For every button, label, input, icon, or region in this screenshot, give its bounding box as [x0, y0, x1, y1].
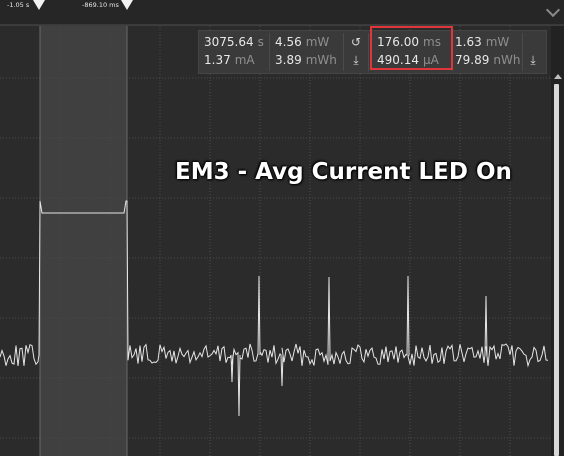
group1-time-unit: s: [257, 35, 264, 49]
panel-divider: [522, 33, 523, 71]
timeline-scroll-right-icon[interactable]: [545, 2, 561, 18]
group2-power: 1.63 mW: [455, 34, 509, 50]
panel-divider: [368, 33, 369, 71]
group2-power-value: 1.63: [455, 35, 482, 49]
panel-divider: [343, 33, 344, 71]
selection-region[interactable]: [40, 26, 127, 456]
group2-energy-unit: nWh: [493, 53, 521, 67]
group1-time-value: 3075.64: [204, 35, 254, 49]
panel-divider: [269, 33, 270, 71]
group1-power: 4.56 mW: [275, 34, 329, 50]
group1-current-unit: mA: [234, 53, 255, 67]
cursor-marker-b-handle[interactable]: [121, 0, 133, 10]
scroll-up-icon[interactable]: [554, 74, 562, 79]
export-icon[interactable]: ⤓: [349, 53, 363, 67]
group1-energy-unit: mWh: [305, 53, 337, 67]
group1-energy: 3.89 mWh: [275, 52, 337, 68]
cursor-marker-a-label: -1.05 s: [7, 1, 30, 9]
current-trace-graph: [0, 26, 550, 456]
group2-energy: 79.89 nWh: [455, 52, 520, 68]
export-icon[interactable]: ⤓: [526, 53, 540, 67]
timeline-ruler[interactable]: -1.05 s -869.10 ms: [0, 0, 564, 25]
scrollbar-thumb[interactable]: [554, 84, 559, 456]
vertical-scrollbar[interactable]: [551, 26, 564, 456]
highlight-box: [370, 26, 453, 70]
group1-power-value: 4.56: [275, 35, 302, 49]
group1-current-value: 1.37: [204, 53, 231, 67]
cursor-marker-b-label: -869.10 ms: [82, 1, 119, 9]
cursor-marker-a-handle[interactable]: [33, 0, 45, 10]
group1-time: 3075.64 s: [204, 34, 264, 50]
annotation-label: EM3 - Avg Current LED On: [175, 159, 512, 185]
group1-current: 1.37 mA: [204, 52, 255, 68]
group1-power-unit: mW: [305, 35, 330, 49]
reset-icon[interactable]: ↺: [349, 35, 363, 49]
current-plot-area[interactable]: EM3 - Avg Current LED On: [0, 26, 550, 456]
group2-energy-value: 79.89: [455, 53, 490, 67]
group1-energy-value: 3.89: [275, 53, 302, 67]
group2-power-unit: mW: [485, 35, 510, 49]
